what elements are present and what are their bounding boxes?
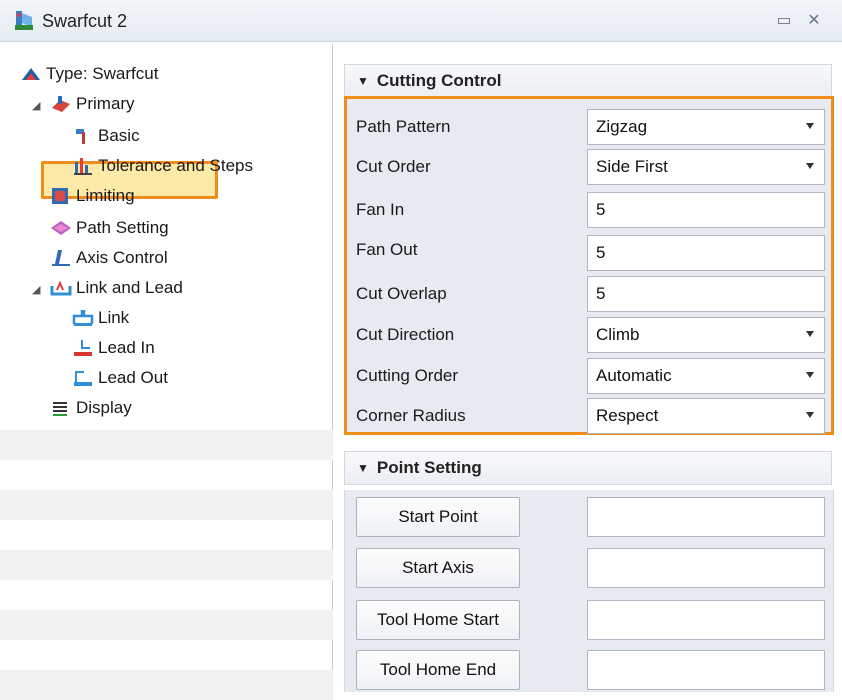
tool-home-start-button[interactable]: Tool Home Start — [356, 600, 520, 640]
start-point-field[interactable] — [587, 497, 825, 537]
corner-radius-label: Corner Radius — [356, 406, 466, 425]
tree-item-axis-control[interactable]: Axis Control — [50, 244, 168, 272]
tree-item-lead-in[interactable]: Lead In — [72, 334, 155, 362]
window-title: Swarfcut 2 — [42, 11, 128, 31]
tree-item-path-setting[interactable]: Path Setting — [50, 214, 169, 242]
lead-out-icon — [74, 371, 92, 386]
cut-direction-dropdown[interactable]: Climb — [587, 317, 825, 353]
chevron-down-icon — [806, 372, 814, 378]
group-title: Cutting Control — [376, 71, 502, 90]
cut-order-dropdown[interactable]: Side First — [587, 149, 825, 185]
cutting-order-dropdown[interactable]: Automatic — [587, 358, 825, 394]
pin-icon[interactable]: ▭ — [773, 11, 795, 31]
lead-in-icon — [74, 340, 92, 356]
group-title: Point Setting — [376, 458, 482, 477]
tree-item-label: Path Setting — [76, 218, 169, 237]
tree-item-label: Lead In — [98, 338, 155, 357]
dropdown-value: Automatic — [596, 366, 672, 385]
tree-item-tolerance[interactable]: Tolerance and Steps — [72, 152, 253, 180]
tree-item-type[interactable]: Type: Swarfcut — [20, 60, 158, 88]
limiting-icon — [52, 188, 68, 204]
path-pattern-label: Path Pattern — [356, 117, 451, 136]
chevron-down-icon — [806, 163, 814, 169]
corner-radius-dropdown[interactable]: Respect — [587, 398, 825, 434]
title-bar: Swarfcut 2 ▭ ✕ — [0, 0, 842, 42]
tree-item-label: Tolerance and Steps — [98, 156, 253, 175]
tree-item-label: Basic — [98, 126, 140, 145]
dropdown-value: Zigzag — [596, 117, 648, 136]
tool-home-end-field[interactable] — [587, 650, 825, 690]
tree-item-label: Link and Lead — [76, 278, 183, 297]
point-setting-header[interactable]: ▼ Point Setting — [344, 451, 832, 485]
cut-order-label: Cut Order — [356, 157, 431, 176]
cutting-order-label: Cutting Order — [356, 366, 459, 385]
tree-item-link-lead[interactable]: Link and Lead — [50, 274, 183, 302]
dropdown-value: Climb — [596, 325, 640, 344]
tree-item-label: Limiting — [76, 186, 135, 205]
tree-item-label: Display — [76, 398, 132, 417]
cutting-control-header[interactable]: ▼ Cutting Control — [344, 64, 832, 98]
path-setting-icon — [51, 221, 71, 235]
display-icon — [53, 402, 67, 416]
chevron-down-icon — [806, 123, 814, 129]
tool-home-start-field[interactable] — [587, 600, 825, 640]
tree-item-primary[interactable]: Primary — [50, 90, 135, 118]
tree-item-label: Type: Swarfcut — [46, 64, 159, 83]
chevron-down-icon — [806, 412, 814, 418]
expand-link-lead-icon[interactable]: ◢ — [32, 283, 40, 296]
cut-direction-label: Cut Direction — [356, 325, 455, 344]
fan-in-label: Fan In — [356, 200, 405, 219]
tree-item-link[interactable]: Link — [72, 304, 129, 332]
primary-icon — [52, 96, 70, 112]
tree-item-label: Axis Control — [76, 248, 168, 267]
expand-primary-icon[interactable]: ◢ — [32, 99, 40, 112]
basic-icon — [76, 129, 85, 144]
operation-type-icon — [22, 68, 40, 80]
tree-item-basic[interactable]: Basic — [72, 122, 140, 150]
close-icon[interactable]: ✕ — [803, 11, 825, 31]
fan-out-label: Fan Out — [356, 240, 418, 259]
tree-item-label: Link — [98, 308, 130, 327]
tolerance-icon — [74, 158, 92, 175]
swarfcut-app-icon — [15, 11, 33, 30]
dropdown-value: Side First — [596, 157, 668, 176]
cut-overlap-input[interactable]: 5 — [587, 276, 825, 312]
link-lead-icon — [50, 280, 72, 296]
tool-home-end-button[interactable]: Tool Home End — [356, 650, 520, 690]
collapse-triangle-icon: ▼ — [357, 461, 369, 475]
start-axis-field[interactable] — [587, 548, 825, 588]
start-point-button[interactable]: Start Point — [356, 497, 520, 537]
fan-in-input[interactable]: 5 — [587, 192, 825, 228]
tree-item-label: Primary — [76, 94, 135, 113]
cut-overlap-label: Cut Overlap — [356, 284, 447, 303]
path-pattern-dropdown[interactable]: Zigzag — [587, 109, 825, 145]
tree-item-limiting[interactable]: Limiting — [50, 182, 135, 210]
fan-out-input[interactable]: 5 — [587, 235, 825, 271]
collapse-triangle-icon: ▼ — [357, 74, 369, 88]
tree-item-label: Lead Out — [98, 368, 168, 387]
tree-empty-rows — [0, 430, 333, 700]
tree-item-lead-out[interactable]: Lead Out — [72, 364, 168, 392]
tree-item-display[interactable]: Display — [50, 394, 132, 422]
chevron-down-icon — [806, 331, 814, 337]
start-axis-button[interactable]: Start Axis — [356, 548, 520, 588]
axis-control-icon — [52, 250, 70, 266]
dropdown-value: Respect — [596, 406, 659, 425]
link-icon — [72, 310, 94, 326]
